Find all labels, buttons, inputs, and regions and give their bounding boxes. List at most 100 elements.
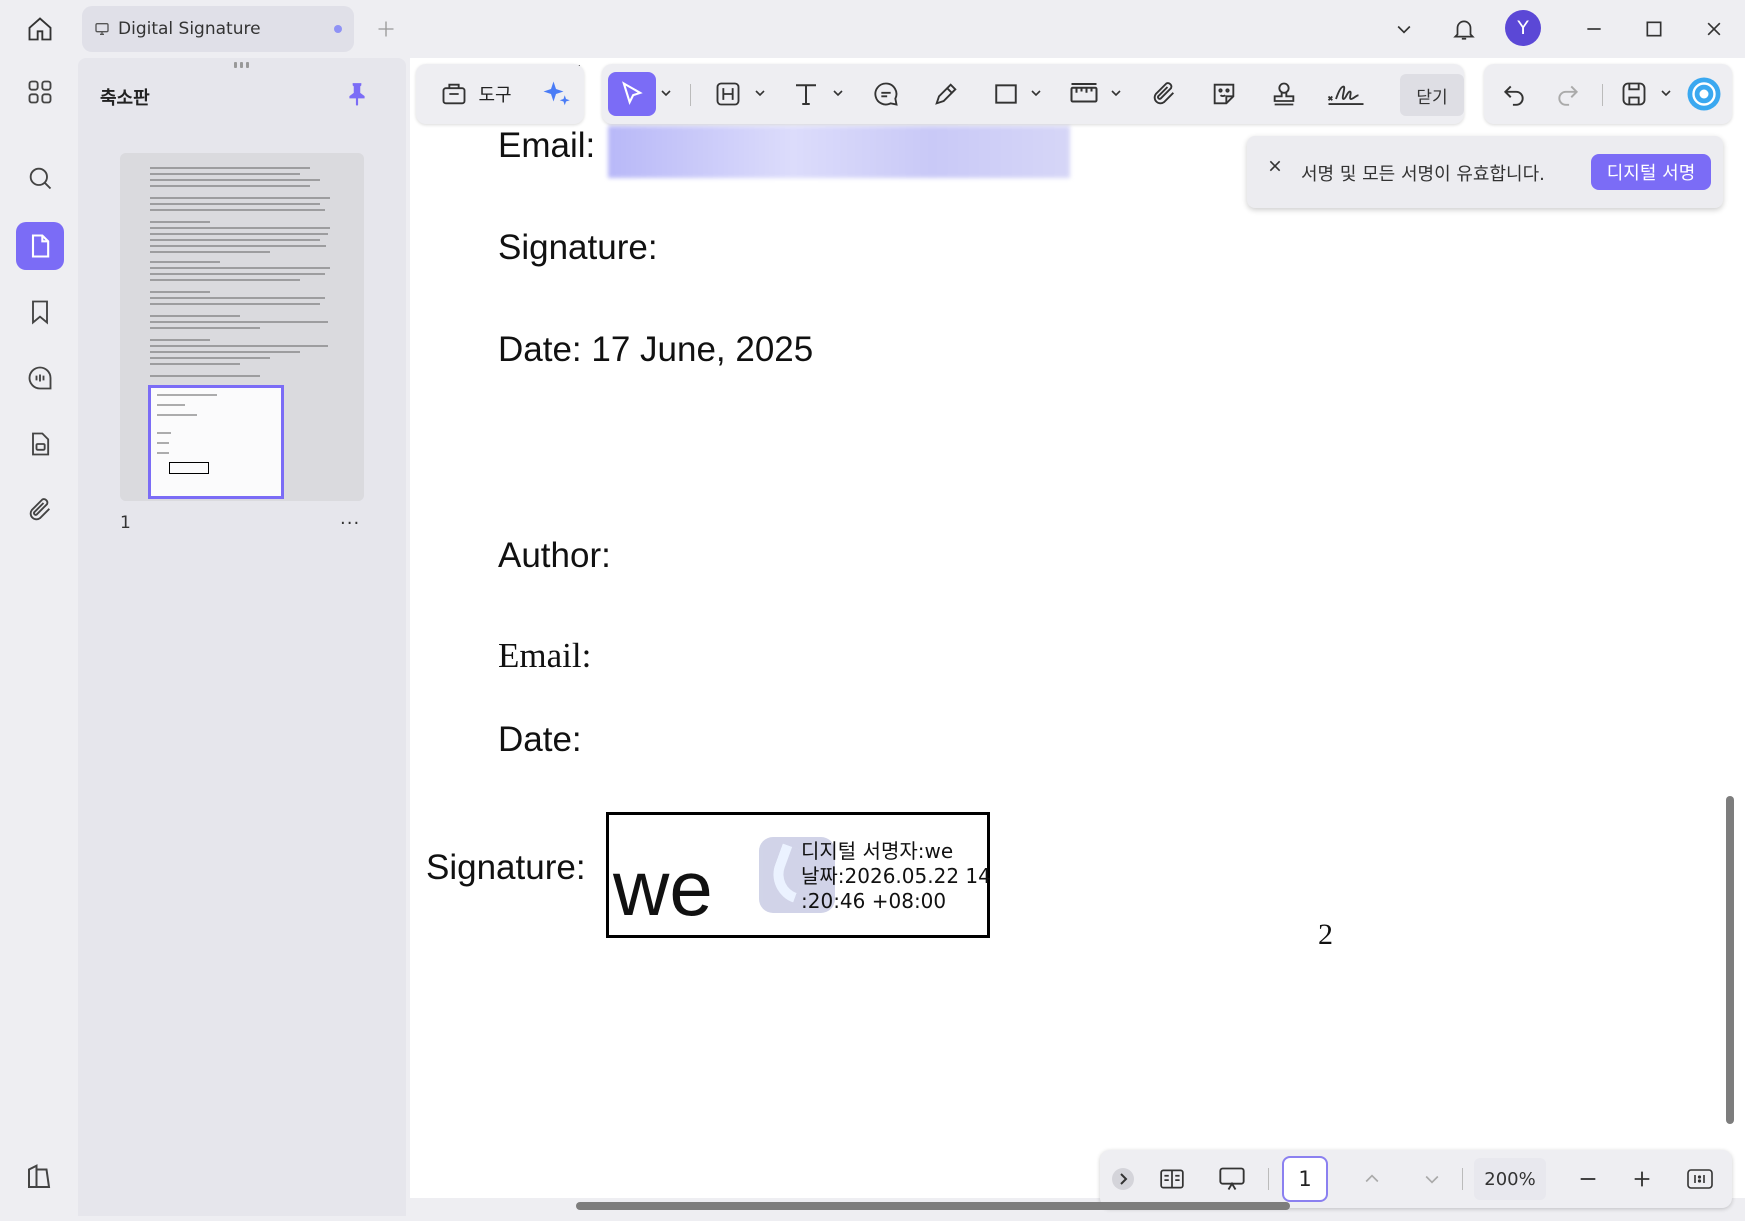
tools-label: 도구	[478, 85, 512, 106]
text-tool-button[interactable]	[786, 72, 826, 116]
minimize-icon	[1587, 28, 1601, 30]
sidebar-toggle-button[interactable]	[24, 1162, 56, 1194]
highlight-tool-button[interactable]	[708, 72, 748, 116]
ai-button[interactable]	[534, 72, 578, 116]
maximize-button[interactable]	[1634, 10, 1674, 48]
save-caret-icon[interactable]	[1660, 87, 1672, 99]
redo-button[interactable]	[1548, 72, 1588, 116]
tools-button[interactable]: 도구	[426, 72, 526, 116]
rail-thumbnails-button[interactable]	[16, 222, 64, 270]
history-toolbar	[1484, 64, 1732, 124]
close-window-button[interactable]	[1694, 10, 1734, 48]
highlight-caret-icon[interactable]	[754, 87, 766, 99]
new-tab-button[interactable]	[372, 14, 400, 44]
tools-group: 도구	[416, 64, 584, 124]
zoom-out-button[interactable]	[1570, 1160, 1606, 1198]
next-page-button[interactable]	[1414, 1160, 1450, 1198]
presentation-button[interactable]	[1212, 1160, 1252, 1198]
annotation-toolbar: 닫기	[602, 64, 1464, 124]
signature-tool-button[interactable]	[1324, 72, 1368, 116]
save-icon	[1622, 82, 1646, 106]
page-layout-button[interactable]	[1152, 1160, 1192, 1198]
page-thumbnail[interactable]	[120, 153, 364, 501]
cursor-icon	[622, 81, 643, 105]
digital-signature-button[interactable]: 디지털 서명	[1591, 154, 1711, 190]
minus-icon	[1580, 1178, 1596, 1180]
minimize-button[interactable]	[1574, 10, 1614, 48]
email-label-2: Email:	[498, 636, 592, 675]
shape-caret-icon[interactable]	[1030, 87, 1042, 99]
grid-icon	[28, 80, 52, 104]
chevron-down-icon	[1425, 1175, 1439, 1184]
plus-icon	[1634, 1171, 1650, 1187]
attach-tool-button[interactable]	[1144, 72, 1184, 116]
previous-page-button[interactable]	[1354, 1160, 1390, 1198]
stamp-tool-button[interactable]	[1264, 72, 1304, 116]
signature-label-1: Signature:	[498, 228, 658, 267]
rail-bookmarks-button[interactable]	[16, 288, 64, 336]
notifications-button[interactable]	[1444, 10, 1484, 48]
highlight-icon	[716, 82, 740, 106]
toolbar-separator	[690, 84, 691, 106]
page-number-input[interactable]: 1	[1282, 1156, 1328, 1202]
sparkle-icon	[543, 81, 570, 106]
tab-list-dropdown[interactable]	[1384, 10, 1424, 48]
chevron-right-icon	[1112, 1168, 1134, 1190]
actual-size-button[interactable]	[1682, 1160, 1718, 1198]
panel-title: 축소판	[100, 88, 150, 109]
ai-assistant-button[interactable]	[1682, 72, 1726, 116]
rail-forms-button[interactable]	[16, 420, 64, 468]
toolbar-separator	[1602, 84, 1603, 106]
notice-close-button[interactable]	[1267, 158, 1291, 182]
undo-button[interactable]	[1494, 72, 1534, 116]
signature-label-2: Signature:	[426, 848, 586, 887]
shape-tool-button[interactable]	[986, 72, 1026, 116]
select-tool-caret-icon[interactable]	[660, 87, 672, 99]
measure-tool-button[interactable]	[1064, 72, 1104, 116]
pin-button[interactable]	[344, 80, 372, 110]
undo-icon	[1503, 85, 1524, 106]
horizontal-scrollbar[interactable]	[576, 1202, 1290, 1210]
select-tool-button[interactable]	[608, 72, 656, 116]
signature-name: we	[613, 844, 713, 932]
monitor-icon	[95, 22, 109, 35]
thumbnail-more-button[interactable]: ···	[340, 513, 360, 534]
digital-signature-field[interactable]: we 디지털 서명자:we 날짜:2026.05.22 14 :20:46 +0…	[606, 812, 991, 938]
search-icon	[29, 167, 52, 190]
rail-comments-button[interactable]	[16, 354, 64, 402]
avatar[interactable]: Y	[1505, 10, 1541, 46]
measure-caret-icon[interactable]	[1110, 87, 1122, 99]
zoom-level[interactable]: 200%	[1474, 1158, 1546, 1200]
text-icon	[796, 84, 816, 105]
rail-search-button[interactable]	[16, 154, 64, 202]
text-tool-caret-icon[interactable]	[832, 87, 844, 99]
signature-info: 디지털 서명자:we 날짜:2026.05.22 14 :20:46 +08:0…	[801, 839, 991, 913]
tab-title: Digital Signature	[118, 19, 261, 39]
thumbnail-selection	[148, 385, 284, 499]
home-icon	[28, 17, 52, 41]
thumbnail-page-number: 1	[120, 513, 131, 533]
document-view[interactable]: Email: Signature: Date: 17 June, 2025 Au…	[410, 58, 1745, 1198]
close-toolbar-button[interactable]: 닫기	[1400, 74, 1464, 116]
presentation-icon	[1219, 1167, 1245, 1190]
pencil-tool-button[interactable]	[926, 72, 966, 116]
rail-attachments-button[interactable]	[16, 486, 64, 534]
comment-icon	[28, 366, 52, 390]
author-label: Author:	[498, 536, 611, 575]
stamp-icon	[1273, 82, 1295, 106]
panel-grip[interactable]	[228, 62, 254, 70]
layout-icon	[28, 1164, 51, 1188]
zoom-in-button[interactable]	[1624, 1160, 1660, 1198]
comment-tool-button[interactable]	[866, 72, 906, 116]
date-line: Date: 17 June, 2025	[498, 330, 814, 369]
rail-organize-button[interactable]	[16, 68, 64, 116]
vertical-scrollbar[interactable]	[1726, 796, 1734, 1124]
form-icon	[32, 432, 50, 456]
save-button[interactable]	[1614, 72, 1654, 116]
close-icon	[1707, 22, 1721, 36]
paperclip-icon	[29, 498, 50, 521]
home-button[interactable]	[18, 10, 62, 48]
sticker-tool-button[interactable]	[1204, 72, 1244, 116]
collapse-navbar-button[interactable]	[1110, 1160, 1136, 1198]
document-tab[interactable]: Digital Signature	[82, 6, 354, 52]
